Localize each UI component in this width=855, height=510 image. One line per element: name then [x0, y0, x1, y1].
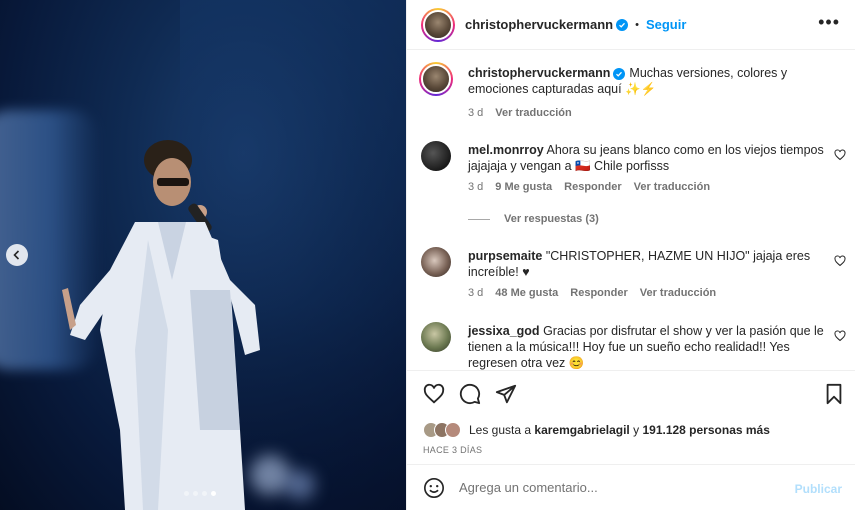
- performer-figure: [62, 140, 260, 510]
- view-replies-button[interactable]: Ver respuestas (3): [468, 213, 599, 225]
- reply-button[interactable]: Responder: [570, 287, 627, 299]
- commenter-avatar[interactable]: [421, 247, 451, 277]
- verified-badge-icon: [616, 18, 629, 31]
- comment-time: 3 d: [468, 181, 484, 193]
- chevron-left-icon: [13, 250, 20, 260]
- share-paper-plane-icon[interactable]: [495, 383, 517, 405]
- comment-likes[interactable]: 9 Me gusta: [495, 181, 552, 193]
- caption-avatar[interactable]: [419, 62, 453, 96]
- comment-item: mel.monrroy Ahora su jeans blanco como e…: [421, 141, 846, 241]
- comment-bubble-icon[interactable]: [459, 383, 481, 405]
- likes-count[interactable]: 191.128 personas más: [642, 423, 769, 437]
- commenter-username[interactable]: mel.monrroy: [468, 143, 544, 157]
- publish-button[interactable]: Publicar: [795, 482, 842, 496]
- save-bookmark-icon[interactable]: [823, 383, 845, 405]
- post-timestamp: HACE 3 DÍAS: [423, 445, 483, 455]
- translate-link[interactable]: Ver traducción: [495, 107, 571, 119]
- caption-username[interactable]: christophervuckermann: [468, 66, 610, 80]
- likes-summary: Les gusta a karemgabrielagil y 191.128 p…: [423, 422, 770, 438]
- comment-text: jessixa_god Gracias por disfrutar el sho…: [468, 323, 828, 370]
- comment-input[interactable]: [459, 480, 779, 495]
- comments-list: christophervuckermann Muchas versiones, c…: [407, 51, 855, 370]
- comment-text: mel.monrroy Ahora su jeans blanco como e…: [468, 142, 828, 174]
- comment-item: purpsemaite "CHRISTOPHER, HAZME UN HIJO"…: [421, 247, 846, 317]
- post-side-panel: christophervuckermann • Seguir ••• chris…: [406, 0, 855, 510]
- comment-meta: 3 d 9 Me gusta Responder Ver traducción: [468, 181, 710, 193]
- like-comment-heart-icon[interactable]: [834, 330, 846, 342]
- carousel-dot-active: [211, 491, 216, 496]
- more-options-button[interactable]: •••: [818, 13, 840, 31]
- likes-middle: y: [633, 423, 640, 437]
- author-username[interactable]: christophervuckermann: [465, 17, 613, 32]
- view-replies-label: Ver respuestas (3): [504, 213, 599, 225]
- likes-user[interactable]: karemgabrielagil: [534, 423, 629, 437]
- caption-meta: 3 d Ver traducción: [468, 107, 572, 119]
- translate-link[interactable]: Ver traducción: [640, 287, 716, 299]
- verified-badge-icon: [613, 68, 626, 80]
- comment-likes[interactable]: 48 Me gusta: [495, 287, 558, 299]
- comment-time: 3 d: [468, 287, 484, 299]
- caption-row: christophervuckermann Muchas versiones, c…: [419, 62, 846, 124]
- commenter-avatar[interactable]: [421, 141, 451, 171]
- translate-link[interactable]: Ver traducción: [634, 181, 710, 193]
- commenter-avatar[interactable]: [421, 322, 451, 352]
- commenter-username[interactable]: purpsemaite: [468, 249, 542, 263]
- caption-text: christophervuckermann Muchas versiones, c…: [468, 65, 828, 97]
- like-heart-icon[interactable]: [423, 383, 445, 405]
- emoji-smiley-icon[interactable]: [423, 477, 445, 499]
- reply-button[interactable]: Responder: [564, 181, 621, 193]
- comment-text: purpsemaite "CHRISTOPHER, HAZME UN HIJO"…: [468, 248, 828, 280]
- comment-meta: 3 d 48 Me gusta Responder Ver traducción: [468, 287, 716, 299]
- carousel-dot: [193, 491, 198, 496]
- carousel-prev-button[interactable]: [6, 244, 28, 266]
- post-header: christophervuckermann • Seguir •••: [407, 0, 855, 50]
- replies-divider: [468, 218, 490, 220]
- like-comment-heart-icon[interactable]: [834, 149, 846, 161]
- comment-composer: Publicar: [407, 464, 855, 510]
- like-comment-heart-icon[interactable]: [834, 255, 846, 267]
- separator-dot: •: [635, 18, 639, 31]
- post-actions: Les gusta a karemgabrielagil y 191.128 p…: [407, 370, 855, 464]
- follow-button[interactable]: Seguir: [646, 17, 686, 32]
- carousel-dot: [202, 491, 207, 496]
- liker-avatar: [445, 422, 461, 438]
- caption-time: 3 d: [468, 107, 484, 119]
- author-avatar[interactable]: [421, 7, 455, 42]
- comment-item: jessixa_god Gracias por disfrutar el sho…: [421, 322, 846, 370]
- carousel-indicators: [184, 491, 216, 496]
- likes-prefix: Les gusta a: [469, 423, 532, 437]
- stage-light: [285, 470, 315, 500]
- post-photo[interactable]: [0, 0, 406, 510]
- commenter-username[interactable]: jessixa_god: [468, 324, 540, 338]
- carousel-dot: [184, 491, 189, 496]
